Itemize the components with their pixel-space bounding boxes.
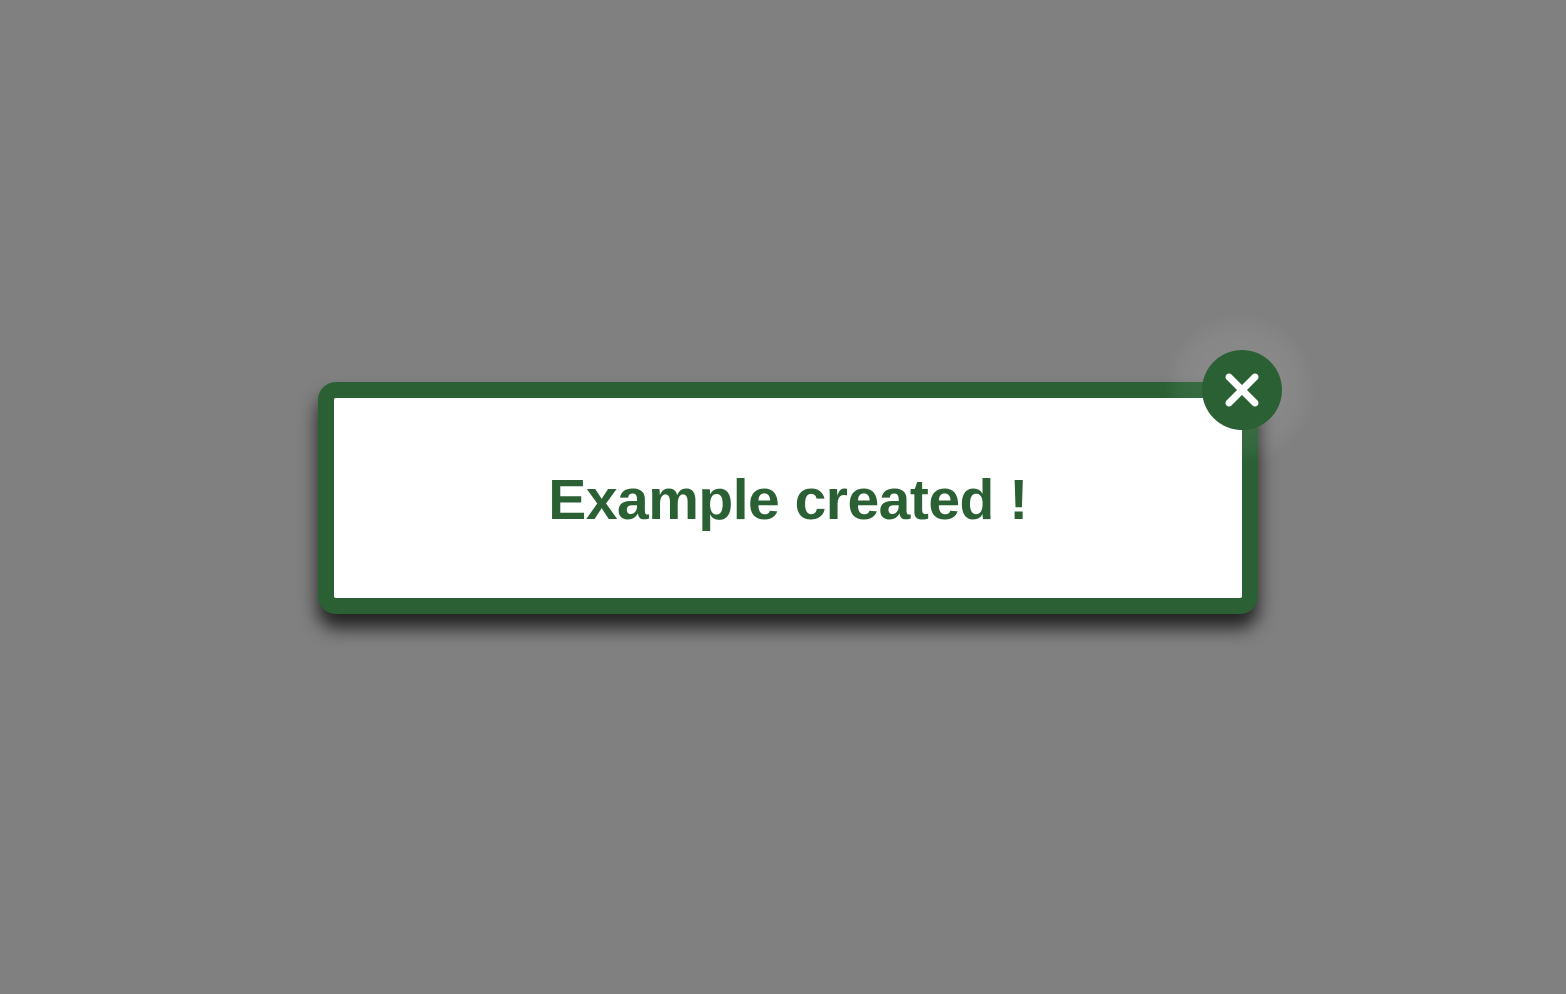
close-icon: [1225, 373, 1259, 407]
toast-message: Example created !: [548, 467, 1028, 532]
close-button[interactable]: [1202, 350, 1282, 430]
success-toast: Example created !: [318, 382, 1258, 614]
